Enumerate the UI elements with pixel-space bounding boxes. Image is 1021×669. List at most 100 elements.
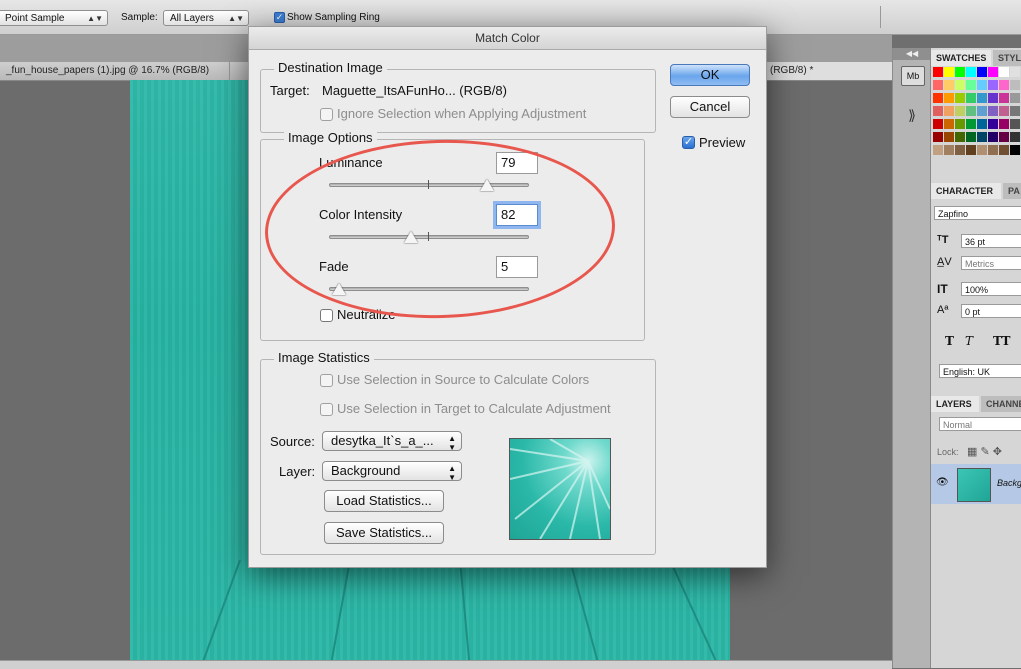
swatch[interactable]: [966, 93, 976, 103]
load-statistics-button[interactable]: Load Statistics...: [324, 490, 444, 512]
swatch[interactable]: [933, 106, 943, 116]
show-ring-checkbox[interactable]: ✓: [274, 12, 285, 23]
swatch[interactable]: [977, 132, 987, 142]
swatch-grid[interactable]: [933, 67, 1021, 163]
swatch[interactable]: [933, 145, 943, 155]
swatch[interactable]: [933, 80, 943, 90]
eye-icon[interactable]: 👁: [936, 477, 949, 488]
faux-bold-icon[interactable]: T: [945, 334, 954, 348]
source-popup[interactable]: desytka_It`s_a_... ▲ ▼: [322, 431, 462, 451]
swatch[interactable]: [1010, 132, 1020, 142]
swatch[interactable]: [955, 119, 965, 129]
use-target-selection-checkbox[interactable]: [320, 403, 333, 416]
swatch[interactable]: [933, 93, 943, 103]
kerning-field[interactable]: Metrics: [961, 256, 1021, 270]
swatch[interactable]: [999, 80, 1009, 90]
swatch[interactable]: [1010, 145, 1020, 155]
font-size-field[interactable]: 36 pt: [961, 234, 1021, 248]
swatch[interactable]: [944, 67, 954, 77]
swatch[interactable]: [999, 145, 1009, 155]
destination-group-label: Destination Image: [274, 60, 387, 75]
layer-row[interactable]: 👁 Backg: [931, 464, 1021, 504]
baseline-shift-field[interactable]: 0 pt: [961, 304, 1021, 318]
ignore-selection-checkbox[interactable]: [320, 108, 333, 121]
swatch[interactable]: [944, 106, 954, 116]
save-statistics-button[interactable]: Save Statistics...: [324, 522, 444, 544]
swatch[interactable]: [955, 80, 965, 90]
vertical-scale-field[interactable]: 100%: [961, 282, 1021, 296]
tab-layers[interactable]: LAYERS: [931, 396, 979, 412]
swatch[interactable]: [1010, 119, 1020, 129]
sunburst-preview: [510, 439, 610, 539]
brush-presets-icon[interactable]: ⟫: [901, 106, 923, 124]
swatch[interactable]: [988, 93, 998, 103]
use-source-selection-checkbox[interactable]: [320, 374, 333, 387]
swatch[interactable]: [999, 119, 1009, 129]
mini-bridge-icon[interactable]: Mb: [901, 66, 925, 86]
swatch[interactable]: [955, 145, 965, 155]
swatch[interactable]: [966, 119, 976, 129]
swatch[interactable]: [933, 67, 943, 77]
tab-paragraph[interactable]: PA: [1003, 183, 1021, 199]
all-caps-icon[interactable]: TT: [993, 334, 1010, 348]
swatch[interactable]: [1010, 93, 1020, 103]
swatch[interactable]: [955, 106, 965, 116]
tab-swatches[interactable]: SWATCHES: [931, 50, 991, 66]
swatch[interactable]: [966, 132, 976, 142]
swatch[interactable]: [966, 145, 976, 155]
swatch[interactable]: [944, 93, 954, 103]
right-panels: SWATCHES STYL CHARACTER PA Zapfino ᵀT 36…: [930, 48, 1021, 668]
tab-channels[interactable]: CHANNE: [981, 396, 1021, 412]
use-source-selection-label: Use Selection in Source to Calculate Col…: [337, 372, 590, 387]
swatch[interactable]: [944, 80, 954, 90]
swatch[interactable]: [944, 145, 954, 155]
collapse-arrows-icon[interactable]: ◀◀: [893, 48, 931, 60]
swatch[interactable]: [955, 67, 965, 77]
swatch[interactable]: [988, 67, 998, 77]
language-field[interactable]: English: UK: [939, 364, 1021, 378]
cancel-button[interactable]: Cancel: [670, 96, 750, 118]
swatch[interactable]: [944, 132, 954, 142]
swatch[interactable]: [1010, 106, 1020, 116]
lock-icons[interactable]: ▦ ✎ ✥: [967, 445, 1002, 458]
swatch[interactable]: [1010, 80, 1020, 90]
swatch[interactable]: [966, 67, 976, 77]
blend-mode-field[interactable]: Normal: [939, 417, 1021, 431]
source-preview-thumbnail: [509, 438, 611, 540]
faux-italic-icon[interactable]: T: [965, 334, 973, 348]
swatch[interactable]: [999, 67, 1009, 77]
tab-styles[interactable]: STYL: [993, 50, 1021, 66]
doc-tab-active[interactable]: (RGB/8) *: [764, 62, 894, 80]
preview-checkbox[interactable]: ✓: [682, 136, 695, 149]
layer-popup[interactable]: Background ▲ ▼: [322, 461, 462, 481]
swatch[interactable]: [988, 106, 998, 116]
swatch[interactable]: [977, 93, 987, 103]
doc-tab[interactable]: _fun_house_papers (1).jpg @ 16.7% (RGB/8…: [0, 62, 230, 80]
swatch[interactable]: [977, 67, 987, 77]
swatch[interactable]: [966, 80, 976, 90]
swatch[interactable]: [955, 93, 965, 103]
swatch[interactable]: [999, 132, 1009, 142]
font-family-field[interactable]: Zapfino: [934, 206, 1021, 220]
swatch[interactable]: [999, 106, 1009, 116]
swatch[interactable]: [988, 145, 998, 155]
swatch[interactable]: [944, 119, 954, 129]
ok-button[interactable]: OK: [670, 64, 750, 86]
swatch[interactable]: [977, 119, 987, 129]
tab-character[interactable]: CHARACTER: [931, 183, 1001, 199]
neutralize-checkbox[interactable]: [320, 309, 333, 322]
sample-select[interactable]: All Layers ▲▼: [163, 10, 249, 26]
swatch[interactable]: [988, 132, 998, 142]
swatch[interactable]: [977, 80, 987, 90]
swatch[interactable]: [933, 132, 943, 142]
swatch[interactable]: [977, 145, 987, 155]
swatch[interactable]: [999, 93, 1009, 103]
swatch[interactable]: [988, 119, 998, 129]
swatch[interactable]: [933, 119, 943, 129]
swatch[interactable]: [955, 132, 965, 142]
swatch[interactable]: [966, 106, 976, 116]
sample-size-select[interactable]: Point Sample ▲▼: [0, 10, 108, 26]
swatch[interactable]: [977, 106, 987, 116]
swatch[interactable]: [988, 80, 998, 90]
swatch[interactable]: [1010, 67, 1020, 77]
